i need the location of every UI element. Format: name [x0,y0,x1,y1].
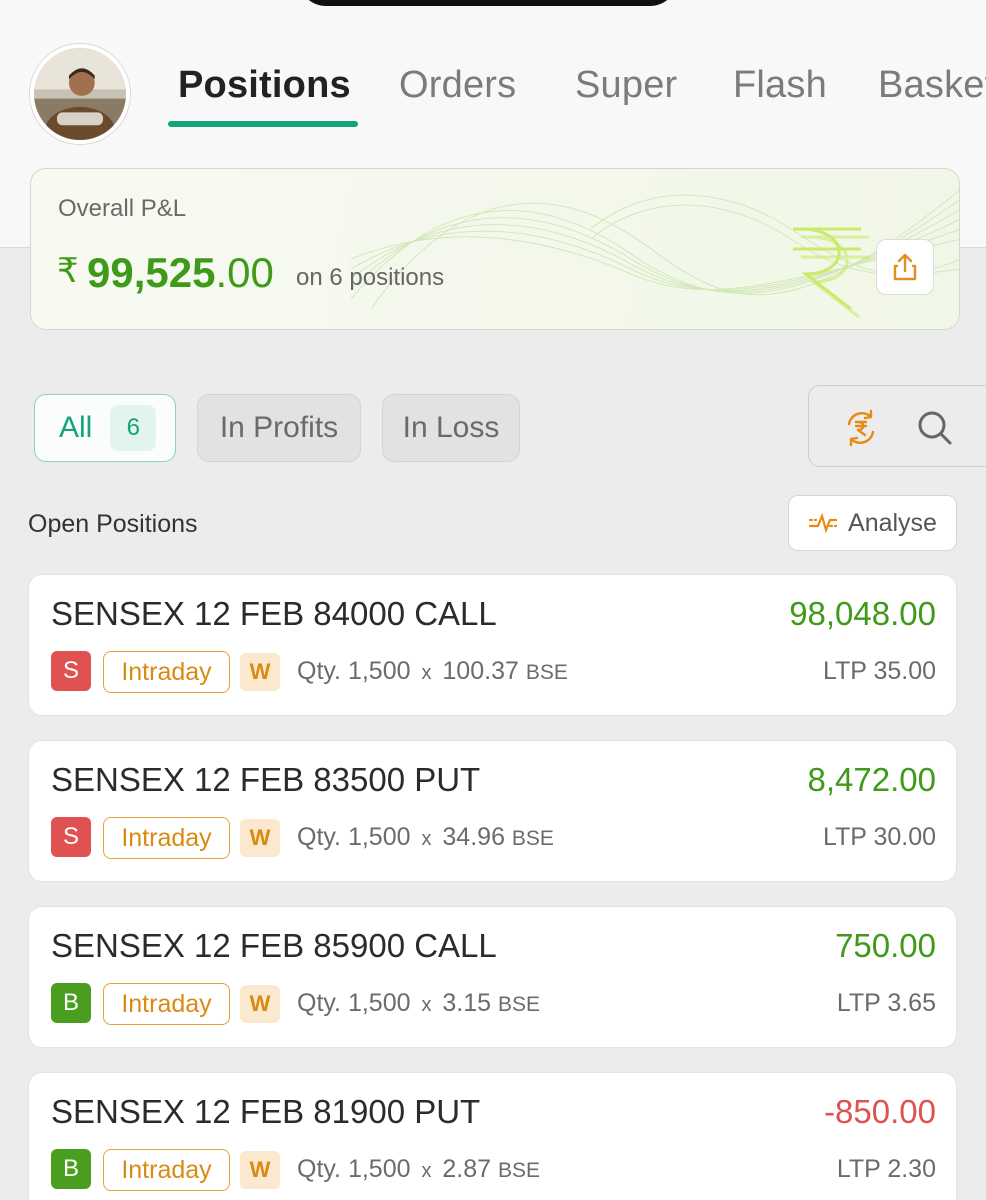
tab-flash[interactable]: Flash [733,64,827,107]
intraday-badge: Intraday [103,983,230,1025]
buy-badge: B [51,1149,91,1189]
pnl-value: 99,525.00 [87,249,274,297]
multiply-sign: x [421,1160,432,1182]
overall-pnl-card: Overall P&L ₹ 99,525.00 on 6 positions [30,168,960,330]
filter-in-loss-label: In Loss [402,411,500,444]
avatar-image [34,48,126,140]
ltp-value: 3.65 [887,989,936,1017]
filter-in-loss[interactable]: In Loss [382,394,520,462]
position-card[interactable]: SENSEX 12 FEB 85900 CALL 750.00 B Intrad… [28,906,957,1048]
qty-label: Qty. [297,1155,341,1183]
position-pnl: 750.00 [835,927,936,964]
avg-price: 34.96 [442,823,505,851]
exchange-label: BSE [498,993,541,1016]
position-name: SENSEX 12 FEB 81900 PUT [51,1093,481,1130]
analyse-button[interactable]: Analyse [788,495,957,551]
filter-all-count: 6 [110,405,157,451]
ltp-label: LTP [836,989,881,1017]
position-pnl: -850.00 [824,1093,936,1130]
tab-super[interactable]: Super [575,64,677,107]
qty-label: Qty. [297,657,341,685]
weekly-badge: W [240,985,280,1023]
avg-price: 2.87 [442,1155,492,1183]
ltp: LTP 30.00 [823,823,936,852]
qty-label: Qty. [297,989,341,1017]
qty-value: 1,500 [347,657,411,685]
share-button[interactable] [876,239,934,295]
position-pnl: 8,472.00 [807,761,936,798]
position-pnl: 98,048.00 [789,595,936,632]
intraday-badge: Intraday [103,1149,230,1191]
multiply-sign: x [421,828,432,850]
position-card[interactable]: SENSEX 12 FEB 81900 PUT -850.00 B Intrad… [28,1072,957,1200]
sell-badge: S [51,817,91,857]
quantity-line: Qty. 1,500 x 2.87 BSE [297,1155,540,1184]
ltp-label: LTP [822,657,867,685]
position-card[interactable]: SENSEX 12 FEB 84000 CALL 98,048.00 S Int… [28,574,957,716]
filter-all-label: All [59,411,93,444]
exchange-label: BSE [525,661,568,684]
open-positions-label: Open Positions [28,510,198,538]
multiply-sign: x [421,662,432,684]
filter-in-profits-label: In Profits [219,411,339,444]
qty-value: 1,500 [347,823,411,851]
pnl-value-integer: 99,525 [87,249,216,296]
analyse-label: Analyse [848,508,937,537]
multiply-sign: x [421,994,432,1016]
exchange-label: BSE [498,1159,541,1182]
analyse-icon [808,512,838,534]
tab-positions[interactable]: Positions [178,64,351,107]
weekly-badge: W [240,653,280,691]
qty-value: 1,500 [347,989,411,1017]
quantity-line: Qty. 1,500 x 34.96 BSE [297,823,554,852]
pnl-positions-count: on 6 positions [296,264,445,291]
weekly-badge: W [240,819,280,857]
filter-in-profits[interactable]: In Profits [197,394,361,462]
ltp-value: 30.00 [873,823,936,851]
filter-all[interactable]: All 6 [34,394,176,462]
rupee-convert-icon[interactable] [841,408,881,448]
active-tab-indicator [168,121,358,127]
ltp: LTP 35.00 [823,657,936,686]
pnl-value-decimal: .00 [215,249,274,296]
avg-price: 3.15 [442,989,492,1017]
device-notch [298,0,678,6]
qty-value: 1,500 [347,1155,411,1183]
rupee-symbol: ₹ [57,252,79,290]
share-icon [893,253,917,281]
weekly-badge: W [240,1151,280,1189]
ltp-label: LTP [836,1155,881,1183]
qty-label: Qty. [297,823,341,851]
toolbox [808,385,986,467]
ltp: LTP 3.65 [837,989,936,1018]
position-name: SENSEX 12 FEB 85900 CALL [51,927,497,964]
sell-badge: S [51,651,91,691]
tab-basket[interactable]: Basket [878,64,986,107]
quantity-line: Qty. 1,500 x 3.15 BSE [297,989,540,1018]
position-name: SENSEX 12 FEB 84000 CALL [51,595,497,632]
ltp-value: 35.00 [873,657,936,685]
intraday-badge: Intraday [103,817,230,859]
position-card[interactable]: SENSEX 12 FEB 83500 PUT 8,472.00 S Intra… [28,740,957,882]
ltp: LTP 2.30 [837,1155,936,1184]
position-name: SENSEX 12 FEB 83500 PUT [51,761,481,798]
intraday-badge: Intraday [103,651,230,693]
buy-badge: B [51,983,91,1023]
ltp-value: 2.30 [887,1155,936,1183]
pnl-label: Overall P&L [58,195,187,222]
search-icon[interactable] [915,408,955,448]
exchange-label: BSE [511,827,554,850]
ltp-label: LTP [822,823,867,851]
quantity-line: Qty. 1,500 x 100.37 BSE [297,657,568,686]
avatar[interactable] [30,44,130,144]
avg-price: 100.37 [442,657,519,685]
tab-orders[interactable]: Orders [399,64,516,107]
